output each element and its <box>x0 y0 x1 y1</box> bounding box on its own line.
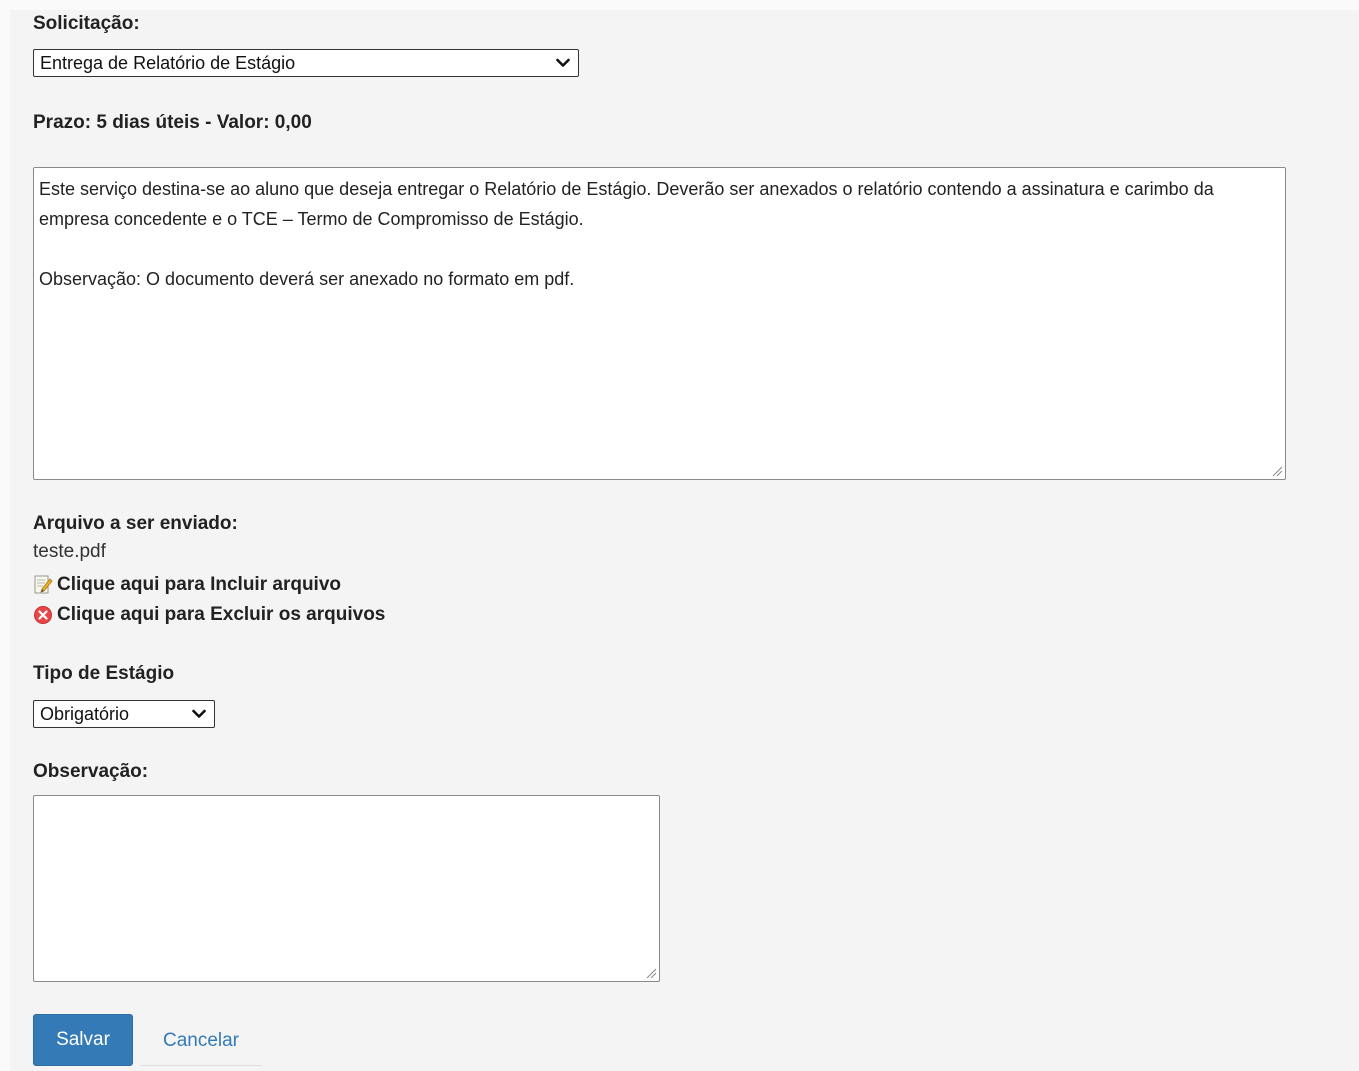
request-form-page: Solicitação: Entrega de Relatório de Est… <box>0 0 1359 1071</box>
resize-handle-icon[interactable] <box>645 967 657 979</box>
save-button[interactable]: Salvar <box>33 1014 133 1066</box>
attached-file-name: teste.pdf <box>33 541 106 562</box>
tipo-estagio-label: Tipo de Estágio <box>33 663 175 684</box>
arquivo-label: Arquivo a ser enviado: <box>33 513 238 534</box>
delete-circle-icon <box>34 606 52 624</box>
chevron-down-icon <box>556 58 570 67</box>
include-file-link[interactable]: Clique aqui para Incluir arquivo <box>33 572 341 598</box>
solicitacao-label: Solicitação: <box>33 13 140 34</box>
observacao-label: Observação: <box>33 761 149 782</box>
left-strip <box>0 0 10 1071</box>
service-description-textarea[interactable]: Este serviço destina-se ao aluno que des… <box>33 167 1286 480</box>
tipo-estagio-select[interactable]: Obrigatório <box>33 700 215 728</box>
top-strip <box>0 0 1359 10</box>
service-description-text: Este serviço destina-se ao aluno que des… <box>39 179 1214 289</box>
prazo-valor-text: Prazo: 5 dias úteis - Valor: 0,00 <box>33 112 312 133</box>
solicitacao-selected-value: Entrega de Relatório de Estágio <box>40 53 296 73</box>
cancel-button[interactable]: Cancelar <box>140 1014 262 1066</box>
chevron-down-icon <box>192 709 206 718</box>
tipo-estagio-selected-value: Obrigatório <box>40 704 130 724</box>
observacao-textarea[interactable] <box>33 795 660 982</box>
include-file-label: Clique aqui para Incluir arquivo <box>57 574 341 595</box>
exclude-files-label: Clique aqui para Excluir os arquivos <box>57 604 386 625</box>
solicitacao-select[interactable]: Entrega de Relatório de Estágio <box>33 49 579 77</box>
resize-handle-icon[interactable] <box>1271 465 1283 477</box>
edit-document-icon <box>34 575 53 594</box>
exclude-files-link[interactable]: Clique aqui para Excluir os arquivos <box>33 602 385 628</box>
